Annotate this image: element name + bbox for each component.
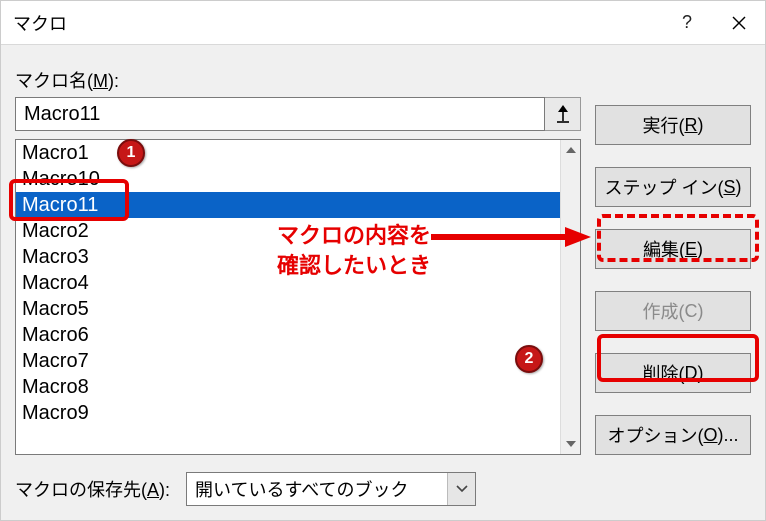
titlebar: マクロ ?	[1, 1, 765, 45]
list-item[interactable]: Macro8	[16, 374, 560, 400]
save-location-value: 開いているすべてのブック	[187, 473, 447, 505]
reference-icon	[555, 105, 571, 123]
dialog-body: マクロ名(M): Macro1Macro10Macro11Macro2Macro…	[1, 45, 765, 520]
combo-dropdown-button[interactable]	[447, 473, 475, 505]
chevron-down-icon	[456, 485, 468, 493]
close-button[interactable]	[713, 1, 765, 45]
window-title: マクロ	[13, 10, 661, 36]
list-item[interactable]: Macro7	[16, 348, 560, 374]
close-icon	[732, 16, 746, 30]
save-location-combo[interactable]: 開いているすべてのブック	[186, 472, 476, 506]
list-item[interactable]: Macro6	[16, 322, 560, 348]
scrollbar[interactable]	[560, 140, 580, 454]
scroll-up-icon[interactable]	[561, 140, 581, 160]
annotation-badge-2: 2	[515, 345, 543, 373]
macro-listbox[interactable]: Macro1Macro10Macro11Macro2Macro3Macro4Ma…	[15, 139, 581, 455]
button-column: 実行(R) ステップ イン(S) 編集(E) 作成(C) 削除(D) オプション…	[595, 105, 751, 455]
macro-name-input[interactable]	[15, 97, 545, 131]
run-button[interactable]: 実行(R)	[595, 105, 751, 145]
help-button[interactable]: ?	[661, 1, 713, 45]
list-item[interactable]: Macro11	[16, 192, 560, 218]
list-item[interactable]: Macro1	[16, 140, 560, 166]
save-location-row: マクロの保存先(A): 開いているすべてのブック	[15, 472, 476, 506]
list-item[interactable]: Macro2	[16, 218, 560, 244]
scroll-down-icon[interactable]	[561, 434, 581, 454]
reference-button[interactable]	[545, 97, 581, 131]
step-in-button[interactable]: ステップ イン(S)	[595, 167, 751, 207]
save-location-label: マクロの保存先(A):	[15, 476, 170, 502]
annotation-badge-1: 1	[117, 139, 145, 167]
list-item[interactable]: Macro10	[16, 166, 560, 192]
delete-button[interactable]: 削除(D)	[595, 353, 751, 393]
help-icon: ?	[682, 12, 692, 33]
macro-name-label: マクロ名(M):	[15, 67, 751, 93]
list-item[interactable]: Macro3	[16, 244, 560, 270]
options-button[interactable]: オプション(O)...	[595, 415, 751, 455]
list-item[interactable]: Macro9	[16, 400, 560, 426]
edit-button[interactable]: 編集(E)	[595, 229, 751, 269]
list-item[interactable]: Macro5	[16, 296, 560, 322]
list-item[interactable]: Macro4	[16, 270, 560, 296]
create-button: 作成(C)	[595, 291, 751, 331]
